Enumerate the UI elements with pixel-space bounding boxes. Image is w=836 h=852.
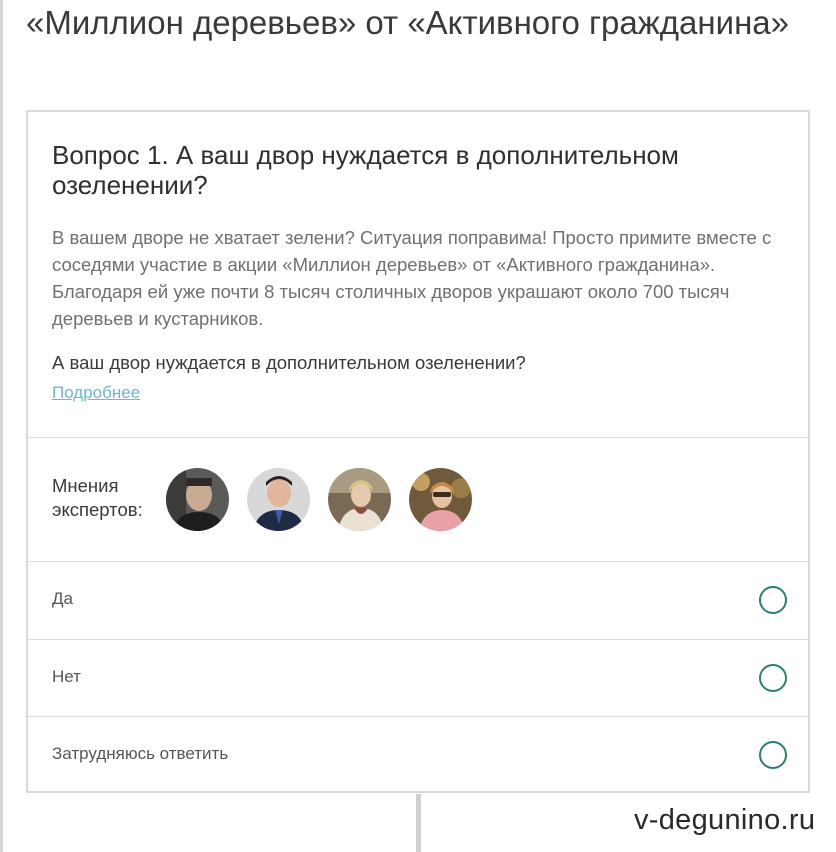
option-undecided[interactable]: Затрудняюсь ответить	[28, 717, 808, 794]
radio-button[interactable]	[759, 664, 787, 692]
radio-button[interactable]	[759, 586, 787, 614]
expert-avatar-1[interactable]	[166, 468, 229, 531]
left-page-rule	[0, 0, 3, 852]
experts-label: Мнения экспертов:	[52, 474, 143, 522]
option-no[interactable]: Нет	[28, 640, 808, 717]
question-prompt: А ваш двор нуждается в дополнительном оз…	[52, 352, 526, 373]
radio-button[interactable]	[759, 741, 787, 769]
watermark: v-degunino.ru	[634, 804, 816, 836]
option-label: Нет	[52, 667, 81, 686]
poll-card: Вопрос 1. А ваш двор нуждается в дополни…	[26, 110, 810, 793]
more-link[interactable]: Подробнее	[52, 383, 140, 403]
option-yes[interactable]: Да	[28, 562, 808, 639]
expert-avatar-4[interactable]	[409, 468, 472, 531]
page-title: «Миллион деревьев» от «Активного граждан…	[26, 4, 789, 41]
bottom-divider-line	[416, 794, 421, 852]
divider	[28, 437, 808, 438]
expert-avatar-3[interactable]	[328, 468, 391, 531]
question-title: Вопрос 1. А ваш двор нуждается в дополни…	[52, 140, 679, 200]
experts-label-text: Мнения экспертов:	[52, 475, 143, 520]
expert-avatar-2[interactable]	[247, 468, 310, 531]
question-description: В вашем дворе не хватает зелени? Ситуаци…	[52, 227, 772, 329]
option-label: Да	[52, 589, 73, 608]
option-label: Затрудняюсь ответить	[52, 744, 229, 763]
question-block: Вопрос 1. А ваш двор нуждается в дополни…	[28, 112, 808, 437]
